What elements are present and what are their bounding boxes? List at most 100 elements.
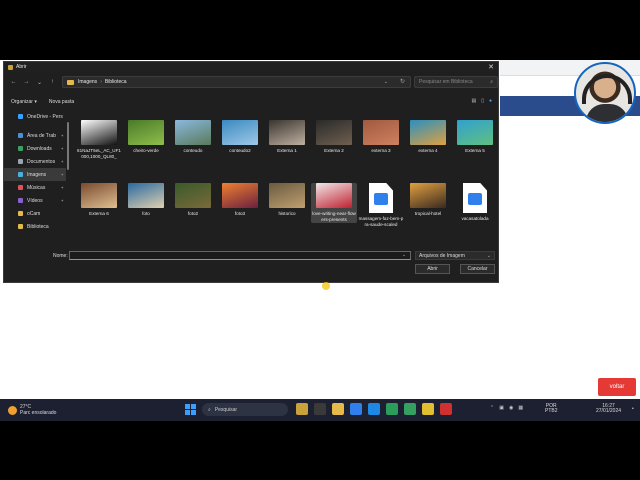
nav-item-label: Documentos xyxy=(27,158,56,165)
system-tray: ⌃ ▣ ◉ ▦ xyxy=(490,405,523,411)
file-item[interactable]: externa 3 xyxy=(358,120,404,154)
nav-scrollbar[interactable] xyxy=(67,122,69,170)
search-icon: ⌕ xyxy=(490,79,493,85)
file-item[interactable]: love-writing-near-flowers-presents xyxy=(311,183,357,223)
file-name: foto2 xyxy=(187,211,199,216)
app-icon[interactable] xyxy=(296,403,308,415)
file-name: vacasatolada xyxy=(461,216,489,221)
chevron-down-icon[interactable]: ⌄ xyxy=(402,252,406,258)
file-name: Externa 6 xyxy=(89,211,109,216)
file-thumbnail xyxy=(175,183,211,208)
app-icon[interactable] xyxy=(404,403,416,415)
file-item[interactable]: foto3 xyxy=(217,183,263,217)
refresh-icon[interactable]: ↻ xyxy=(400,78,405,85)
open-button[interactable]: Abrir xyxy=(415,264,450,274)
language-indicator[interactable]: POR PTB2 xyxy=(545,404,558,414)
tray-app-icon[interactable]: ◉ xyxy=(509,405,513,411)
pin-icon: ✦ xyxy=(60,198,64,203)
file-thumbnail xyxy=(269,120,305,145)
forward-icon[interactable]: → xyxy=(23,79,30,85)
file-item[interactable]: foto xyxy=(123,183,169,217)
task-view-icon[interactable] xyxy=(314,403,326,415)
nav-item[interactable]: oCam xyxy=(4,207,66,220)
filename-label: Nome: xyxy=(53,253,68,259)
chevron-down-icon[interactable]: ⌄ xyxy=(36,79,43,86)
file-thumbnail xyxy=(316,120,352,145)
app-icon[interactable] xyxy=(422,403,434,415)
search-input[interactable]: Pesquisar em Biblioteca ⌕ xyxy=(414,76,498,88)
file-item[interactable]: conteudo xyxy=(170,120,216,154)
nav-item[interactable]: Documentos ✦ xyxy=(4,155,66,168)
file-item[interactable]: vacasatolada xyxy=(452,183,498,222)
new-folder-button[interactable]: Nova pasta xyxy=(49,99,74,105)
voltar-button[interactable]: voltar xyxy=(598,378,636,396)
breadcrumb-1[interactable]: Biblioteca xyxy=(105,79,127,85)
breadcrumb-0[interactable]: Imagens xyxy=(78,79,97,85)
file-item[interactable]: 61NaJT5eL_AC_UF1000,1000_QL80_ xyxy=(76,120,122,160)
close-button[interactable]: ✕ xyxy=(488,63,494,71)
file-item[interactable]: conteudo2 xyxy=(217,120,263,154)
pin-icon: ✦ xyxy=(60,133,64,138)
chrome-icon[interactable] xyxy=(386,403,398,415)
file-item[interactable]: cheiro-verde xyxy=(123,120,169,154)
address-row: ← → ⌄ ↑ Imagens › Biblioteca ⌄ ↻ Pesquis… xyxy=(4,76,498,88)
nav-item[interactable]: Músicas ✦ xyxy=(4,181,66,194)
filetype-select[interactable]: Arquivos de Imagem ⌄ xyxy=(415,251,495,260)
filename-input[interactable] xyxy=(69,251,411,260)
folder-icon xyxy=(18,198,23,203)
preview-pane-icon[interactable]: ▯ xyxy=(481,98,484,104)
file-item[interactable]: massagem-faz-bem-pra-saude-scaled xyxy=(358,183,404,228)
file-explorer-icon[interactable] xyxy=(332,403,344,415)
address-dropdown-icon[interactable]: ⌄ xyxy=(384,79,388,85)
nav-item[interactable]: Área de Trab ✦ xyxy=(4,129,66,142)
back-icon[interactable]: ← xyxy=(10,79,17,85)
tray-app-icon[interactable]: ▣ xyxy=(499,405,504,411)
file-item[interactable]: foto2 xyxy=(170,183,216,217)
mouse-cursor-highlight xyxy=(322,282,330,290)
notification-icon[interactable]: • xyxy=(632,406,634,412)
app-icon xyxy=(8,64,13,70)
nav-item-label: Biblioteca xyxy=(27,223,49,230)
view-mode-icon[interactable]: ▤ xyxy=(471,98,476,104)
nav-item-label: Downloads xyxy=(27,145,52,152)
file-thumbnail xyxy=(128,120,164,145)
file-thumbnail xyxy=(175,120,211,145)
nav-item[interactable]: Imagens ✦ xyxy=(4,168,66,181)
file-name: externa 4 xyxy=(418,148,438,153)
weather-widget[interactable]: 27°C Parc ensolarado xyxy=(8,404,56,416)
edge-icon[interactable] xyxy=(368,403,380,415)
file-thumbnail xyxy=(222,183,258,208)
address-bar[interactable]: Imagens › Biblioteca ⌄ ↻ xyxy=(62,76,411,88)
folder-icon xyxy=(18,211,23,216)
nav-item[interactable]: Biblioteca xyxy=(4,220,66,233)
nav-item[interactable]: OneDrive - Pers xyxy=(4,110,66,123)
file-thumbnail xyxy=(457,120,493,145)
file-item[interactable]: historico xyxy=(264,183,310,217)
nav-item[interactable]: Downloads ✦ xyxy=(4,142,66,155)
app-icon[interactable] xyxy=(440,403,452,415)
windows-start-icon[interactable] xyxy=(185,404,196,415)
file-item[interactable]: Externa 6 xyxy=(76,183,122,217)
cancel-button[interactable]: Cancelar xyxy=(460,264,495,274)
up-icon[interactable]: ↑ xyxy=(49,79,56,85)
file-item[interactable]: tropical-hotel xyxy=(405,183,451,217)
nav-item[interactable]: Vídeos ✦ xyxy=(4,194,66,207)
file-item[interactable]: Externa 2 xyxy=(311,120,357,154)
file-thumbnail xyxy=(81,120,117,145)
file-name: Externa 1 xyxy=(277,148,297,153)
file-item[interactable]: Externa 1 xyxy=(264,120,310,154)
desktop-screen: voltar Abrir ✕ ← → ⌄ ↑ Imagens › Bibliot… xyxy=(0,60,640,421)
taskbar-search[interactable]: ⌕ Pesquisar xyxy=(202,403,288,416)
pin-icon: ✦ xyxy=(60,172,64,177)
pin-icon: ✦ xyxy=(60,146,64,151)
store-icon[interactable] xyxy=(350,403,362,415)
clock[interactable]: 16:27 27/01/2024 xyxy=(596,404,621,414)
file-thumbnail xyxy=(128,183,164,208)
organize-button[interactable]: Organizar ▾ xyxy=(11,99,37,105)
help-icon[interactable]: ● xyxy=(489,98,492,104)
file-item[interactable]: externa 4 xyxy=(405,120,451,154)
file-item[interactable]: Externa 5 xyxy=(452,120,498,154)
chevron-up-icon[interactable]: ⌃ xyxy=(490,405,494,411)
folder-icon xyxy=(18,185,23,190)
tray-app-icon[interactable]: ▦ xyxy=(518,405,523,411)
